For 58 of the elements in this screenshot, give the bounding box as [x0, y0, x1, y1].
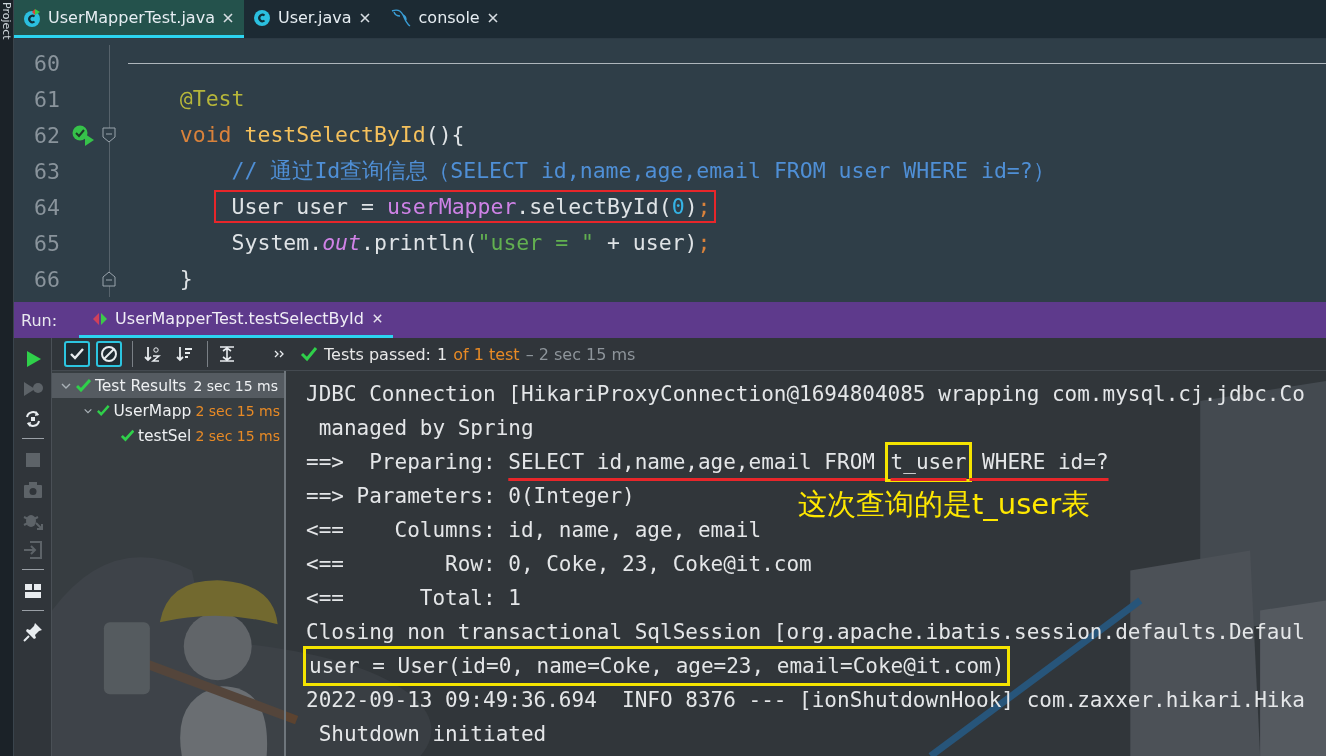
project-tab[interactable]: Project	[0, 2, 13, 40]
code-line: }	[178, 265, 194, 293]
console-line: Shutdown initiated	[317, 721, 547, 748]
check-icon	[300, 346, 318, 362]
console-line: managed by Spring	[317, 415, 534, 442]
editor-tab[interactable]: User.java	[243, 0, 381, 38]
close-icon[interactable]	[486, 11, 499, 24]
editor-tab[interactable]: console	[380, 0, 509, 38]
total-count: of 1 test	[453, 344, 520, 364]
code-line: User user = userMapper.selectById(0);	[120, 189, 1326, 225]
line-number: 60	[33, 50, 60, 76]
pin-icon[interactable]	[21, 621, 44, 643]
close-icon[interactable]	[358, 11, 371, 24]
line-number: 63	[33, 158, 60, 184]
check-icon	[97, 404, 110, 417]
toggle-button[interactable]	[64, 341, 90, 367]
console-line: 2022-09-13 09:49:36.694 INFO 8376 --- [ionShutdownHook] com.zaxxer.hikari.Hika	[306, 687, 1305, 714]
check-icon	[76, 379, 91, 392]
panel-title: Run:	[21, 310, 58, 330]
console-line: ==> Parameters: 0(Integer)	[306, 483, 635, 510]
dolphin-icon	[389, 7, 412, 28]
close-icon[interactable]	[371, 313, 383, 324]
code-line: // 通过Id查询信息（SELECT id,name,age,email FROM user WHERE id=?）	[230, 157, 1056, 185]
console-line: JDBC Connection [HikariProxyConnection@1694804085 wrapping com.mysql.cj.jdbc.Co	[306, 381, 1305, 408]
line-number: 65	[33, 230, 60, 256]
class-icon	[252, 8, 271, 27]
fold-icon[interactable]	[102, 271, 116, 287]
console-line: <== Row: 0, Coke, 23, Coke@it.com	[306, 551, 812, 578]
line-number: 64	[33, 194, 60, 220]
line-number: 66	[33, 266, 60, 292]
console-line: <== Columns: id, name, age, email	[306, 517, 762, 544]
test-tree-row[interactable]: UserMapp 2 sec 15 ms	[52, 398, 284, 423]
sort-icon	[175, 345, 193, 363]
code-line: void testSelectById(){	[178, 121, 466, 149]
close-icon[interactable]	[221, 11, 234, 24]
duration-text: – 2 sec 15 ms	[525, 344, 636, 364]
console-line: Closing non transactional SqlSession [org.apache.ibatis.session.defaults.Defaul	[306, 619, 1305, 646]
test-run-icon	[93, 311, 108, 326]
check-icon	[120, 429, 134, 442]
sort-icon	[143, 345, 161, 363]
toggle-button[interactable]	[96, 341, 122, 367]
fold-icon[interactable]	[102, 127, 116, 143]
editor-tab[interactable]: UserMapperTest.java	[14, 0, 244, 38]
status-label: Tests passed:	[324, 344, 431, 364]
test-class-icon	[23, 8, 41, 27]
passed-count: 1	[436, 344, 448, 364]
console-line: <== Total: 1	[306, 585, 521, 612]
test-tree-row[interactable]: Test Results 2 sec 15 ms	[52, 373, 284, 398]
expand-icon	[218, 345, 236, 363]
annotation-note: 这次查询的是t_user表	[798, 486, 1091, 523]
code-line: @Test	[178, 85, 246, 113]
prohibited-icon	[100, 345, 118, 363]
code-line: System.out.println("user = " + user);	[230, 229, 712, 257]
run-test-icon[interactable]	[71, 124, 95, 146]
console-line: ==> Preparing: SELECT id,name,age,email FROM t_user WHERE id=?	[306, 445, 1109, 479]
test-tree-row[interactable]: testSel 2 sec 15 ms	[52, 423, 284, 448]
line-number: 61	[33, 86, 60, 112]
line-number: 62	[33, 122, 60, 148]
